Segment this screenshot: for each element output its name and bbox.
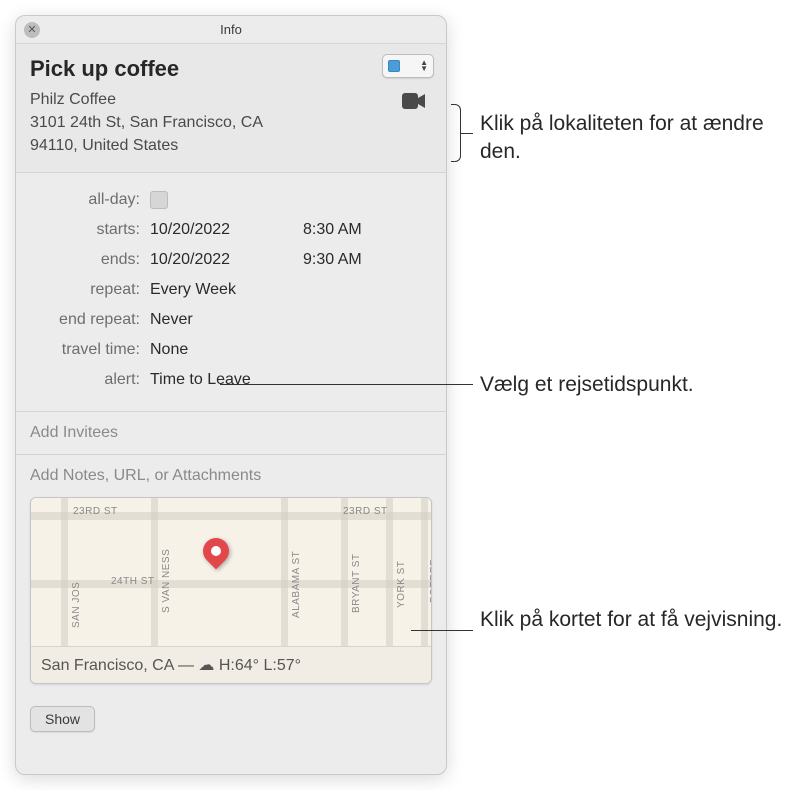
location-addr2: 94110, United States — [30, 134, 432, 157]
titlebar: ✕ Info — [16, 16, 446, 44]
alert-label: alert: — [30, 371, 150, 389]
event-header: Pick up coffee Philz Coffee 3101 24th St… — [16, 44, 446, 173]
event-info-panel: ✕ Info Pick up coffee Philz Coffee 3101 … — [15, 15, 447, 775]
event-details: all-day: starts: 10/20/2022 8:30 AM ends… — [16, 173, 446, 412]
repeat-label: repeat: — [30, 281, 150, 299]
window-title: Info — [220, 22, 242, 37]
annotation-travel: Vælg et rejsetidspunkt. — [480, 371, 800, 399]
panel-footer: Show — [16, 696, 446, 742]
row-starts: starts: 10/20/2022 8:30 AM — [30, 215, 432, 245]
event-location[interactable]: Philz Coffee 3101 24th St, San Francisco… — [30, 88, 432, 158]
row-repeat: repeat: Every Week — [30, 275, 432, 305]
street-york: YORK ST — [396, 560, 407, 607]
street-alabama: ALABAMA ST — [291, 550, 302, 617]
location-addr1: 3101 24th St, San Francisco, CA — [30, 111, 432, 134]
travel-label: travel time: — [30, 341, 150, 359]
add-invitees-field[interactable]: Add Invitees — [16, 412, 446, 455]
callout-line-map — [411, 630, 473, 631]
alert-value[interactable]: Time to Leave — [150, 371, 432, 389]
street-bryant: BRYANT ST — [351, 553, 362, 613]
add-notes-field[interactable]: Add Notes, URL, or Attachments — [16, 455, 446, 493]
ends-date[interactable]: 10/20/2022 — [150, 251, 279, 269]
calendar-dropdown[interactable]: ▲▼ — [382, 54, 434, 78]
video-call-icon[interactable] — [402, 90, 426, 116]
endrepeat-value[interactable]: Never — [150, 311, 432, 329]
allday-label: all-day: — [30, 191, 150, 209]
repeat-value[interactable]: Every Week — [150, 281, 432, 299]
allday-checkbox[interactable] — [150, 191, 168, 209]
starts-date[interactable]: 10/20/2022 — [150, 221, 279, 239]
map-preview[interactable]: 23RD ST 23RD ST 24TH ST S VAN NESS ALABA… — [30, 497, 432, 684]
event-title[interactable]: Pick up coffee — [30, 56, 432, 82]
row-endrepeat: end repeat: Never — [30, 305, 432, 335]
annotation-map: Klik på kortet for at få vejvisning. — [480, 606, 790, 634]
row-allday: all-day: — [30, 185, 432, 215]
location-name: Philz Coffee — [30, 88, 432, 111]
street-23rd-b: 23RD ST — [343, 506, 388, 517]
row-alert: alert: Time to Leave — [30, 365, 432, 395]
callout-bracket-location — [451, 104, 461, 162]
street-23rd: 23RD ST — [73, 506, 118, 517]
travel-value[interactable]: None — [150, 341, 432, 359]
ends-label: ends: — [30, 251, 150, 269]
street-potrer: POTRER — [429, 558, 432, 603]
starts-time[interactable]: 8:30 AM — [303, 221, 432, 239]
calendar-color-swatch — [388, 60, 400, 72]
show-button[interactable]: Show — [30, 706, 95, 732]
callout-line-location — [461, 133, 473, 134]
map-weather-footer: San Francisco, CA — ☁ H:64° L:57° — [31, 646, 431, 683]
street-sanjose: SAN JOS — [71, 581, 82, 627]
callout-line-travel — [220, 384, 473, 385]
stepper-chevrons-icon: ▲▼ — [420, 60, 428, 72]
close-icon[interactable]: ✕ — [24, 22, 40, 38]
endrepeat-label: end repeat: — [30, 311, 150, 329]
street-24th: 24TH ST — [111, 576, 155, 587]
map-canvas: 23RD ST 23RD ST 24TH ST S VAN NESS ALABA… — [31, 498, 431, 646]
ends-time[interactable]: 9:30 AM — [303, 251, 432, 269]
map-pin-icon — [198, 532, 235, 569]
row-traveltime: travel time: None — [30, 335, 432, 365]
street-svanness: S VAN NESS — [161, 548, 172, 612]
starts-label: starts: — [30, 221, 150, 239]
row-ends: ends: 10/20/2022 9:30 AM — [30, 245, 432, 275]
annotation-location: Klik på lokaliteten for at ændre den. — [480, 110, 790, 167]
